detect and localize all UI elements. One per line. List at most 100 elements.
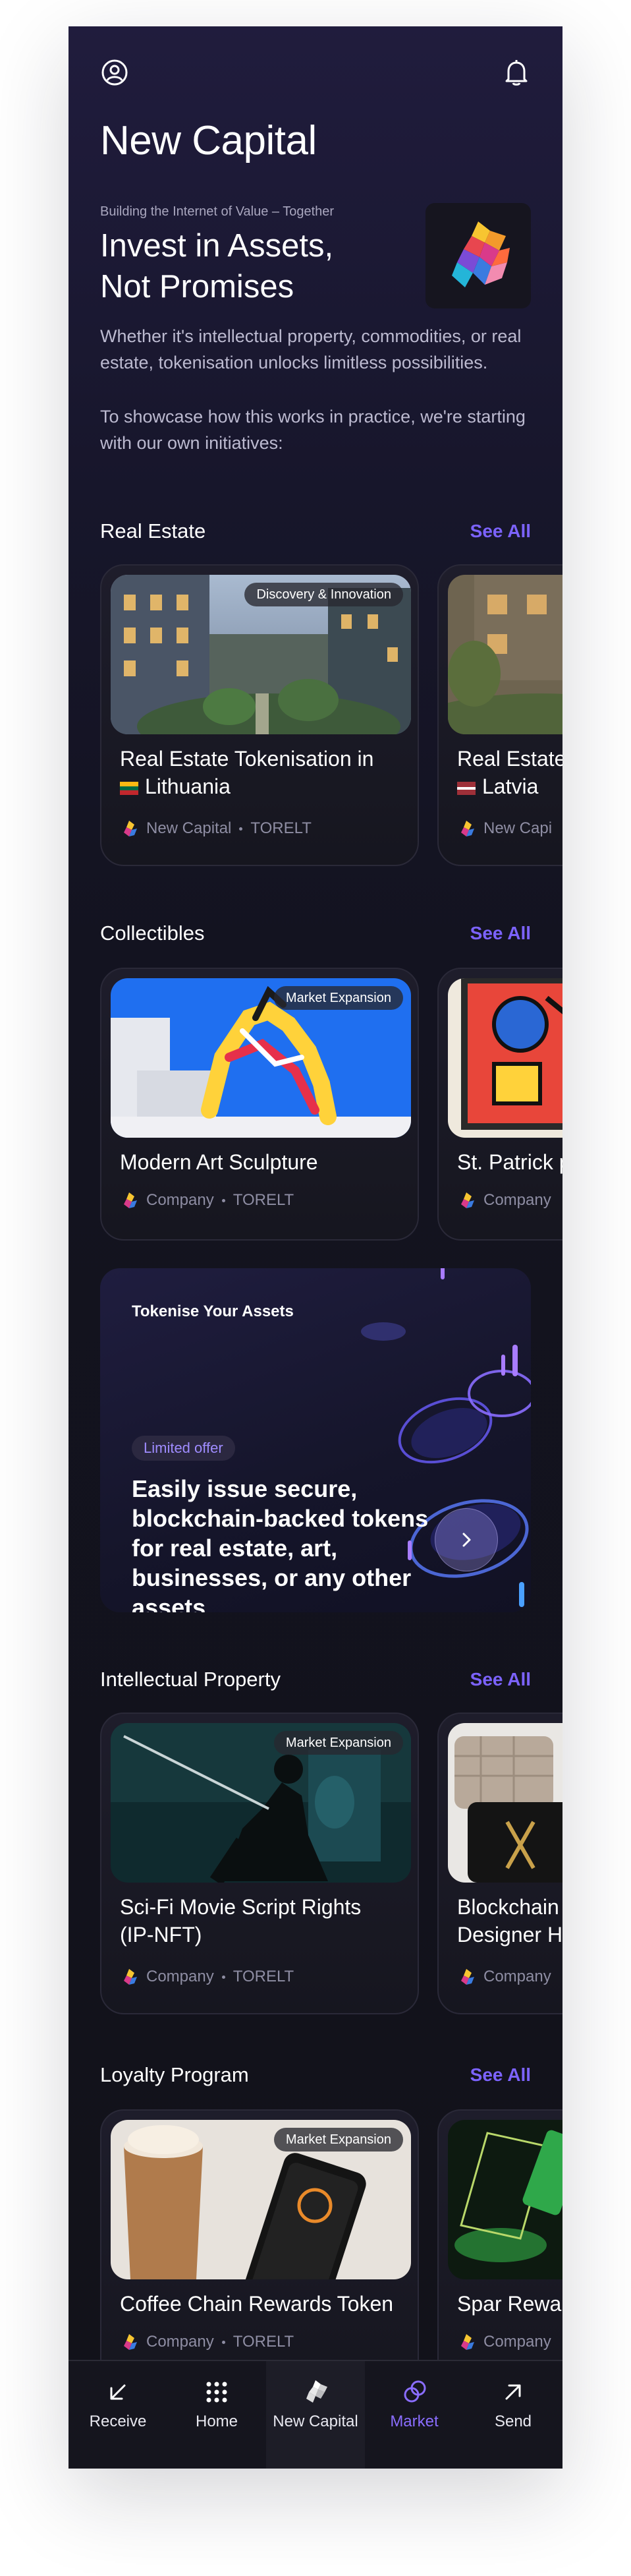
hero-paragraph-2: To showcase how this works in practice, … [100, 407, 526, 453]
card-ticker: TORELT [233, 1191, 294, 1209]
card-company: Company [483, 1191, 551, 1209]
hero-paragraph-1: Whether it's intellectual property, comm… [100, 326, 522, 372]
card-meta: Company [457, 1967, 551, 1987]
profile-button[interactable] [99, 57, 130, 88]
section-title: Intellectual Property [100, 1668, 281, 1691]
card-company: Company [483, 2333, 551, 2351]
promo-text: Easily issue secure, blockchain-backed t… [132, 1475, 429, 1612]
card-title: Modern Art Sculpture [120, 1150, 318, 1174]
hero-heading-line1: Invest in Assets, [100, 228, 334, 264]
lion-logo-icon [452, 221, 510, 287]
card-title-line1: Real Estate [457, 747, 562, 771]
tab-label: Receive [89, 2413, 147, 2430]
card-ticker: TORELT [233, 1968, 294, 1985]
company-logo-icon [124, 2334, 137, 2350]
asset-card-image: Market Expansion [111, 978, 411, 1138]
section-title: Loyalty Program [100, 2063, 249, 2086]
hero-kicker: Building the Internet of Value – Togethe… [100, 204, 335, 219]
bottom-tab-bar: Receive Home New Capital Market Send [69, 2360, 562, 2469]
hero-heading: Invest in Assets, Not Promises [100, 225, 397, 307]
company-logo-icon [124, 821, 137, 836]
company-logo-icon [461, 821, 474, 836]
card-title: Real Estate Tokenisation in Lithuania [120, 745, 410, 800]
card-title: Sci-Fi Movie Script Rights (IP-NFT) [120, 1893, 410, 1948]
card-title-line2: (IP-NFT) [120, 1923, 202, 1947]
card-meta: Company TORELT [120, 1967, 294, 1987]
company-logo-icon [461, 1969, 474, 1985]
bell-icon [505, 60, 528, 86]
card-title-line1: Real Estate Tokenisation in [120, 747, 374, 771]
card-meta: New Capital TORELT [120, 819, 312, 838]
asset-card-coffee-rewards[interactable]: Market Expansion Coffee Chain Rewards To… [100, 2109, 419, 2386]
asset-card-spar-rewards[interactable]: Spar Rewar Company [437, 2109, 562, 2386]
see-all-real-estate-link[interactable]: See All [470, 521, 531, 542]
asset-card-image [448, 978, 562, 1138]
company-logo-icon [124, 1969, 137, 1985]
card-badge: Discovery & Innovation [244, 583, 403, 606]
real-estate-section-header: Real Estate See All [100, 517, 531, 546]
asset-card-image: Discovery & Innovation [111, 575, 411, 734]
asset-card-real-estate-lithuania[interactable]: Discovery & Innovation Real Estate Token… [100, 564, 419, 866]
limited-offer-badge: Limited offer [132, 1436, 235, 1461]
tab-send[interactable]: Send [464, 2361, 562, 2469]
section-title: Real Estate [100, 519, 206, 542]
promo-next-button[interactable] [435, 1508, 498, 1571]
asset-card-blockchain-designer[interactable]: Blockchain Designer H Company [437, 1712, 562, 2014]
tab-market[interactable]: Market [365, 2361, 464, 2469]
asset-card-real-estate-latvia[interactable]: Real Estate Latvia New Capi [437, 564, 562, 866]
card-title-line1: Blockchain [457, 1895, 559, 1919]
tab-label: Home [195, 2413, 238, 2430]
tab-receive[interactable]: Receive [69, 2361, 167, 2469]
asset-card-st-patrick[interactable]: St. Patrick p Company [437, 968, 562, 1241]
asset-card-modern-art-sculpture[interactable]: Market Expansion Modern Art Sculpture Co… [100, 968, 419, 1241]
section-title: Collectibles [100, 922, 205, 945]
asset-card-sci-fi-movie-script[interactable]: Market Expansion Sci-Fi Movie Script Rig… [100, 1712, 419, 2014]
card-title: Real Estate Latvia [457, 745, 562, 800]
hero-logo [425, 203, 531, 308]
separator-dot [221, 2340, 225, 2344]
company-logo-icon [461, 2334, 474, 2350]
company-logo-icon [461, 1192, 474, 1208]
tab-new-capital[interactable]: New Capital [266, 2361, 365, 2469]
card-title: Spar Rewar [457, 2292, 562, 2316]
tab-home[interactable]: Home [167, 2361, 266, 2469]
intellectual-property-section-header: Intellectual Property See All [100, 1665, 531, 1694]
card-title: Blockchain Designer H [457, 1893, 562, 1948]
page-title: New Capital [100, 118, 317, 163]
card-title: St. Patrick p [457, 1150, 562, 1174]
market-rings-icon [401, 2378, 427, 2406]
tokenise-promo-banner[interactable]: Tokenise Your Assets Limited offer Easil… [100, 1268, 531, 1612]
card-meta: New Capi [457, 819, 552, 838]
notifications-button[interactable] [501, 57, 532, 88]
promo-kicker: Tokenise Your Assets [132, 1303, 294, 1320]
card-ticker: TORELT [250, 819, 312, 837]
tab-label: Send [494, 2413, 532, 2430]
card-company: Company [146, 1191, 214, 1209]
see-all-loyalty-program-link[interactable]: See All [470, 2064, 531, 2086]
separator-dot [221, 1198, 225, 1202]
card-title-line2: Designer H [457, 1923, 562, 1947]
hero-heading-line2: Not Promises [100, 269, 294, 305]
asset-card-image: Market Expansion [111, 2120, 411, 2279]
tab-label: New Capital [273, 2413, 358, 2430]
card-badge: Market Expansion [273, 1731, 403, 1755]
collectibles-section-header: Collectibles See All [100, 919, 531, 948]
lion-logo-icon [302, 2378, 329, 2406]
see-all-collectibles-link[interactable]: See All [470, 923, 531, 944]
asset-card-image: Market Expansion [111, 1723, 411, 1883]
chevron-right-icon [462, 1533, 471, 1547]
latvia-flag-icon [457, 781, 476, 795]
card-company: Company [146, 1968, 214, 1985]
card-meta: Company TORELT [120, 1190, 294, 1210]
user-circle-icon [101, 59, 128, 86]
asset-card-image [448, 575, 562, 734]
see-all-intellectual-property-link[interactable]: See All [470, 1669, 531, 1690]
card-company: New Capi [483, 819, 553, 837]
asset-card-image [448, 2120, 562, 2279]
asset-card-image [448, 1723, 562, 1883]
card-company: Company [146, 2333, 214, 2351]
lithuania-flag-icon [120, 781, 138, 795]
card-ticker: TORELT [233, 2333, 294, 2351]
grid-dots-icon [205, 2378, 229, 2406]
tab-label: Market [390, 2413, 439, 2430]
